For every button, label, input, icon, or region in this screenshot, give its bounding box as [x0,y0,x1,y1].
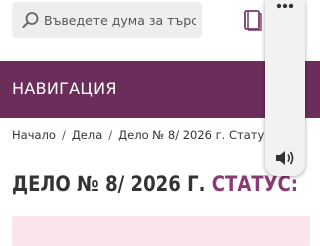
page-title: ДЕЛО № 8/ 2026 Г. СТАТУС: [12,172,298,196]
search-icon [22,12,39,28]
breadcrumb-home[interactable]: Начало [12,128,56,142]
speaker-icon[interactable] [274,148,296,168]
breadcrumb-current: Дело № 8/ 2026 г. Статус - [118,128,279,142]
navigation-title[interactable]: НАВИГАЦИЯ [12,79,117,98]
search-input[interactable] [44,9,196,31]
more-dots-icon[interactable] [274,2,296,10]
book-icon[interactable] [243,9,263,31]
page-title-main: ДЕЛО № 8/ 2026 Г. [12,172,206,196]
breadcrumb-cases[interactable]: Дела [72,128,102,142]
status-box [12,216,310,246]
breadcrumb-separator: / [61,128,66,142]
floating-accessibility-panel [265,0,305,176]
breadcrumb-separator: / [108,128,113,142]
search-box[interactable] [12,2,202,38]
